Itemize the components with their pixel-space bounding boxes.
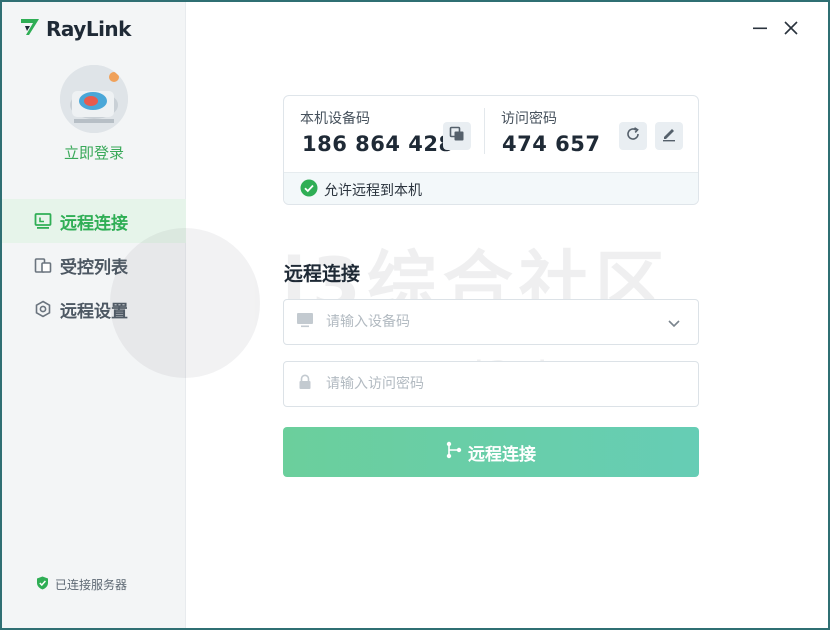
device-code-value: 186 864 428 [302, 132, 454, 156]
settings-icon [34, 300, 52, 318]
device-code-input[interactable] [326, 314, 656, 330]
remote-desktop-icon [34, 212, 52, 230]
app-window: RayLink 立即登录 远程连接 受控列表 远程设置 已连接服务器 i3综合社… [2, 2, 828, 628]
sidebar-item-label: 远程设置 [60, 301, 128, 322]
sidebar-item-remote-connect[interactable]: 远程连接 [2, 199, 186, 243]
server-status: 已连接服务器 [36, 576, 127, 593]
copy-icon [449, 126, 465, 146]
sidebar-item-remote-settings[interactable]: 远程设置 [2, 287, 186, 331]
copy-button[interactable] [443, 122, 471, 150]
allow-remote-row: 允许远程到本机 [284, 172, 698, 204]
sidebar-item-controlled-list[interactable]: 受控列表 [2, 243, 186, 287]
close-button[interactable] [779, 16, 803, 40]
shield-check-icon [36, 576, 49, 593]
device-code-field[interactable] [283, 299, 699, 345]
allow-remote-label: 允许远程到本机 [324, 182, 422, 199]
access-password-label: 访问密码 [501, 111, 557, 127]
card-divider [484, 108, 485, 154]
remote-connect-button[interactable]: 远程连接 [283, 427, 699, 477]
device-list-icon [34, 256, 52, 274]
sidebar-item-label: 远程连接 [60, 213, 128, 234]
access-password-input[interactable] [326, 376, 656, 392]
edit-icon [661, 126, 677, 146]
sidebar: RayLink 立即登录 远程连接 受控列表 远程设置 已连接服务器 [2, 2, 186, 628]
device-code-label: 本机设备码 [300, 111, 370, 127]
section-title: 远程连接 [284, 263, 361, 285]
lock-icon [296, 374, 314, 394]
sidebar-nav: 远程连接 受控列表 远程设置 [2, 199, 186, 331]
remote-connect-label: 远程连接 [468, 444, 536, 465]
avatar[interactable] [60, 65, 128, 133]
connect-icon [446, 441, 462, 464]
sidebar-item-label: 受控列表 [60, 257, 128, 278]
monitor-icon [296, 312, 314, 332]
refresh-password-button[interactable] [619, 122, 647, 150]
device-info-card: 本机设备码 186 864 428 访问密码 474 657 允许远程到本机 [283, 95, 699, 205]
raylink-logo-icon [20, 17, 42, 41]
minimize-button[interactable] [748, 16, 772, 40]
access-password-field[interactable] [283, 361, 699, 407]
check-circle-icon[interactable] [300, 179, 318, 201]
login-link[interactable]: 立即登录 [2, 142, 186, 163]
access-password-value: 474 657 [502, 132, 601, 156]
chevron-down-icon[interactable] [666, 315, 682, 331]
edit-password-button[interactable] [655, 122, 683, 150]
logo-text: RayLink [46, 17, 131, 41]
server-status-text: 已连接服务器 [55, 578, 128, 592]
refresh-icon [625, 126, 641, 146]
app-logo: RayLink [20, 16, 131, 42]
